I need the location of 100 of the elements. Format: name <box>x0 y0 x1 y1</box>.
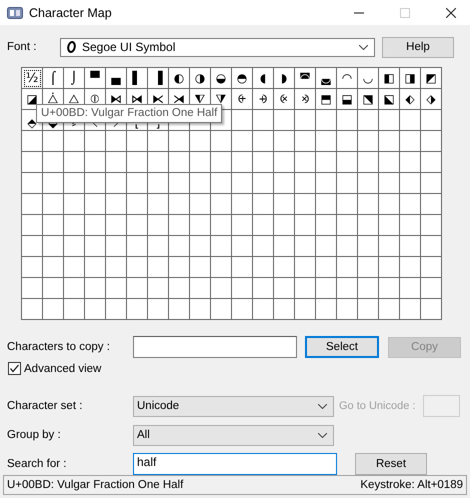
empty-character-cell[interactable] <box>22 278 43 299</box>
empty-character-cell[interactable] <box>421 215 442 236</box>
empty-character-cell[interactable] <box>253 257 274 278</box>
empty-character-cell[interactable] <box>232 236 253 257</box>
empty-character-cell[interactable] <box>358 110 379 131</box>
empty-character-cell[interactable] <box>64 215 85 236</box>
empty-character-cell[interactable] <box>232 257 253 278</box>
empty-character-cell[interactable] <box>358 236 379 257</box>
empty-character-cell[interactable] <box>379 299 400 320</box>
character-cell[interactable]: ⌠ <box>43 68 64 89</box>
empty-character-cell[interactable] <box>295 236 316 257</box>
empty-character-cell[interactable] <box>337 278 358 299</box>
empty-character-cell[interactable] <box>316 257 337 278</box>
empty-character-cell[interactable] <box>211 173 232 194</box>
empty-character-cell[interactable] <box>169 173 190 194</box>
character-cell[interactable]: ▄ <box>106 68 127 89</box>
character-cell[interactable]: ◚ <box>295 68 316 89</box>
empty-character-cell[interactable] <box>274 257 295 278</box>
empty-character-cell[interactable] <box>148 152 169 173</box>
empty-character-cell[interactable] <box>421 173 442 194</box>
empty-character-cell[interactable] <box>253 299 274 320</box>
empty-character-cell[interactable] <box>274 236 295 257</box>
empty-character-cell[interactable] <box>211 236 232 257</box>
empty-character-cell[interactable] <box>22 173 43 194</box>
character-cell[interactable]: ⨵ <box>295 89 316 110</box>
empty-character-cell[interactable] <box>43 299 64 320</box>
empty-character-cell[interactable] <box>232 152 253 173</box>
empty-character-cell[interactable] <box>190 278 211 299</box>
empty-character-cell[interactable] <box>295 152 316 173</box>
empty-character-cell[interactable] <box>169 299 190 320</box>
empty-character-cell[interactable] <box>421 152 442 173</box>
character-cell[interactable]: ◑ <box>190 68 211 89</box>
empty-character-cell[interactable] <box>43 257 64 278</box>
empty-character-cell[interactable] <box>295 215 316 236</box>
empty-character-cell[interactable] <box>400 215 421 236</box>
empty-character-cell[interactable] <box>337 131 358 152</box>
empty-character-cell[interactable] <box>316 131 337 152</box>
empty-character-cell[interactable] <box>274 131 295 152</box>
empty-character-cell[interactable] <box>337 173 358 194</box>
character-cell[interactable]: ⬓ <box>337 89 358 110</box>
empty-character-cell[interactable] <box>169 194 190 215</box>
empty-character-cell[interactable] <box>43 152 64 173</box>
empty-character-cell[interactable] <box>106 152 127 173</box>
empty-character-cell[interactable] <box>274 215 295 236</box>
empty-character-cell[interactable] <box>85 236 106 257</box>
empty-character-cell[interactable] <box>274 194 295 215</box>
empty-character-cell[interactable] <box>358 194 379 215</box>
empty-character-cell[interactable] <box>211 215 232 236</box>
empty-character-cell[interactable] <box>316 278 337 299</box>
empty-character-cell[interactable] <box>400 257 421 278</box>
empty-character-cell[interactable] <box>337 152 358 173</box>
character-cell[interactable]: ▀ <box>85 68 106 89</box>
character-set-dropdown[interactable]: Unicode <box>133 396 334 416</box>
empty-character-cell[interactable] <box>337 110 358 131</box>
character-cell[interactable]: ◧ <box>379 68 400 89</box>
character-cell[interactable]: ▌ <box>127 68 148 89</box>
reset-button[interactable]: Reset <box>355 453 427 475</box>
character-cell[interactable]: ⨮ <box>253 89 274 110</box>
character-cell[interactable]: ◠ <box>337 68 358 89</box>
empty-character-cell[interactable] <box>190 152 211 173</box>
empty-character-cell[interactable] <box>190 257 211 278</box>
empty-character-cell[interactable] <box>232 299 253 320</box>
character-cell[interactable]: ◨ <box>400 68 421 89</box>
empty-character-cell[interactable] <box>127 257 148 278</box>
empty-character-cell[interactable] <box>43 215 64 236</box>
close-icon[interactable] <box>446 8 456 18</box>
select-button[interactable]: Select <box>305 336 379 358</box>
empty-character-cell[interactable] <box>358 131 379 152</box>
empty-character-cell[interactable] <box>232 278 253 299</box>
character-cell[interactable]: ◒ <box>211 68 232 89</box>
empty-character-cell[interactable] <box>379 194 400 215</box>
empty-character-cell[interactable] <box>358 257 379 278</box>
empty-character-cell[interactable] <box>295 194 316 215</box>
empty-character-cell[interactable] <box>400 194 421 215</box>
empty-character-cell[interactable] <box>253 278 274 299</box>
empty-character-cell[interactable] <box>64 278 85 299</box>
empty-character-cell[interactable] <box>127 152 148 173</box>
empty-character-cell[interactable] <box>127 278 148 299</box>
empty-character-cell[interactable] <box>190 236 211 257</box>
empty-character-cell[interactable] <box>337 194 358 215</box>
empty-character-cell[interactable] <box>169 131 190 152</box>
empty-character-cell[interactable] <box>337 257 358 278</box>
empty-character-cell[interactable] <box>64 173 85 194</box>
empty-character-cell[interactable] <box>64 257 85 278</box>
empty-character-cell[interactable] <box>400 173 421 194</box>
empty-character-cell[interactable] <box>337 299 358 320</box>
empty-character-cell[interactable] <box>127 236 148 257</box>
empty-character-cell[interactable] <box>421 110 442 131</box>
empty-character-cell[interactable] <box>85 152 106 173</box>
empty-character-cell[interactable] <box>106 215 127 236</box>
character-cell[interactable]: ⌡ <box>64 68 85 89</box>
empty-character-cell[interactable] <box>22 131 43 152</box>
empty-character-cell[interactable] <box>295 257 316 278</box>
empty-character-cell[interactable] <box>148 173 169 194</box>
empty-character-cell[interactable] <box>316 173 337 194</box>
empty-character-cell[interactable] <box>211 257 232 278</box>
empty-character-cell[interactable] <box>379 278 400 299</box>
empty-character-cell[interactable] <box>106 236 127 257</box>
empty-character-cell[interactable] <box>43 236 64 257</box>
characters-to-copy-field[interactable] <box>133 336 297 358</box>
